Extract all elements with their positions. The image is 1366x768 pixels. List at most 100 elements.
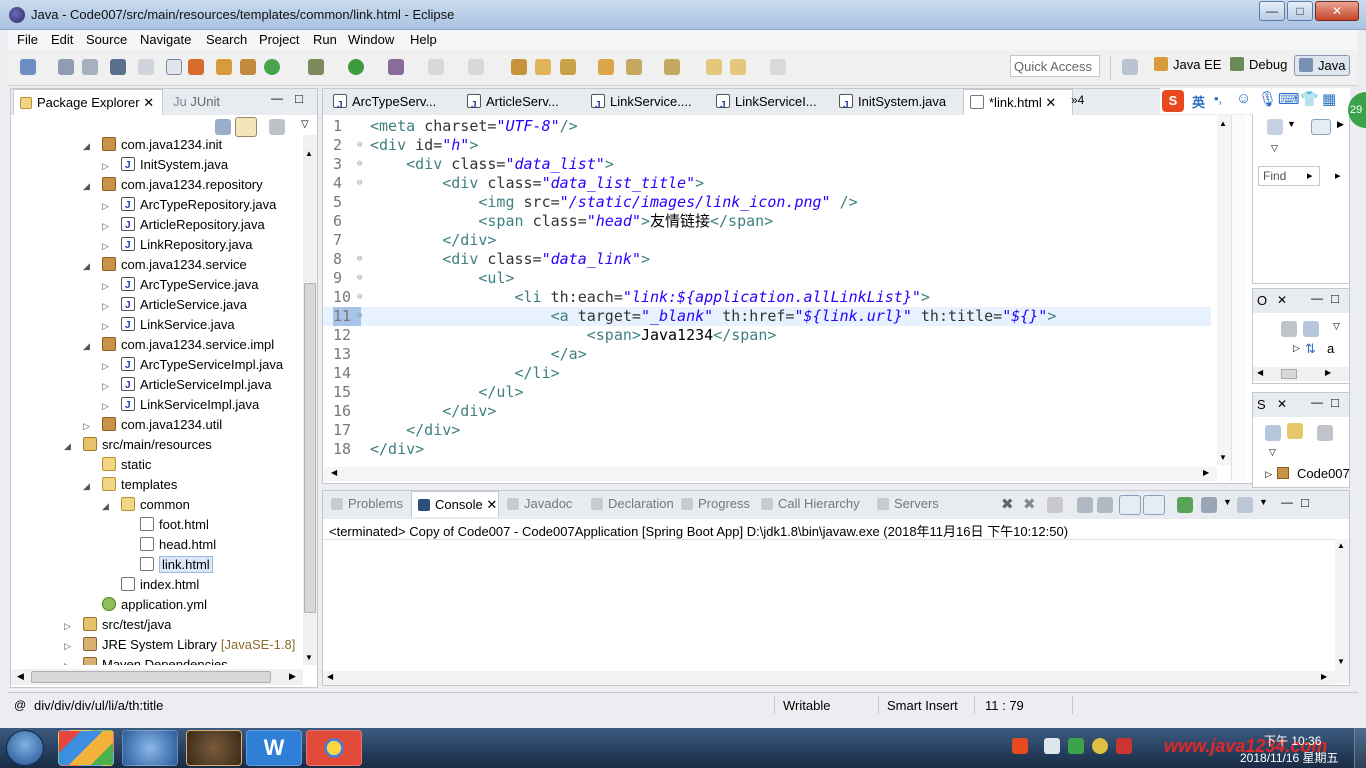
taskbar-app-javaee-icon[interactable]	[186, 730, 242, 766]
console-tab[interactable]: Javadoc	[501, 491, 581, 517]
tree-item[interactable]: ◢ templates	[83, 475, 177, 495]
code-line[interactable]: 2 ⊖ <div id="h">	[323, 136, 1211, 155]
tab-servers-side[interactable]: S	[1257, 397, 1266, 412]
tab-package-explorer[interactable]: Package Explorer ✕	[13, 89, 163, 115]
collapsed-arrow-icon[interactable]: ▷	[64, 616, 74, 636]
web-icon[interactable]	[216, 59, 232, 75]
tree-item[interactable]: ▷ com.java1234.util	[83, 415, 222, 435]
server-icon[interactable]	[240, 59, 256, 75]
collapsed-arrow-icon[interactable]: ▷	[102, 376, 112, 396]
collapsed-arrow-icon[interactable]: ▷	[102, 216, 112, 236]
menu-help[interactable]: Help	[410, 32, 437, 47]
code-line[interactable]: 18 </div>	[323, 440, 1211, 459]
terminate-icon[interactable]: ✖	[1001, 495, 1014, 513]
hscroll-thumb[interactable]	[31, 671, 271, 683]
collapse-icon[interactable]	[1265, 425, 1281, 441]
dropdown-icon[interactable]: ▼	[1287, 119, 1296, 129]
show-stderr-icon[interactable]	[1143, 495, 1165, 515]
task-icon[interactable]	[188, 59, 204, 75]
word-wrap-icon[interactable]	[1097, 497, 1113, 513]
close-icon[interactable]: ✕	[1277, 293, 1287, 307]
minimize-button[interactable]: —	[1259, 1, 1285, 21]
collapse-icon[interactable]	[1303, 321, 1319, 337]
close-icon[interactable]: ✕	[1277, 397, 1287, 411]
fold-toggle-icon[interactable]: ⊖	[357, 269, 362, 288]
menu-edit[interactable]: Edit	[51, 32, 73, 47]
minimize-view-icon[interactable]: —	[271, 91, 283, 105]
tray-plus-icon[interactable]	[1092, 738, 1108, 754]
forward-icon[interactable]	[770, 59, 786, 75]
tree-item[interactable]: ◢ src/main/resources	[64, 435, 212, 455]
categorize-icon[interactable]	[1311, 119, 1331, 135]
tree-item[interactable]: ▷ ArcTypeRepository.java	[102, 195, 276, 216]
code-line[interactable]: 16 </div>	[323, 402, 1211, 421]
minimize-view-icon[interactable]: —	[1281, 495, 1293, 509]
menu-source[interactable]: Source	[86, 32, 127, 47]
maximize-view-icon[interactable]: □	[295, 91, 303, 106]
tree-item[interactable]: ◢ com.java1234.init	[83, 135, 222, 155]
code-line[interactable]: 8 ⊖ <div class="data_link">	[323, 250, 1211, 269]
external-tools-icon[interactable]	[428, 59, 444, 75]
collapsed-arrow-icon[interactable]: ▷	[102, 156, 112, 176]
pin-console-icon[interactable]	[1177, 497, 1193, 513]
collapsed-arrow-icon[interactable]: ▷	[102, 196, 112, 216]
menu-run[interactable]: Run	[313, 32, 337, 47]
tree-vertical-scrollbar[interactable]: ▲ ▼	[303, 135, 317, 665]
window-titlebar[interactable]: Java - Code007/src/main/resources/templa…	[0, 0, 1366, 30]
overview-ruler[interactable]	[1231, 115, 1245, 481]
back-icon[interactable]	[730, 59, 746, 75]
ime-language[interactable]: 英	[1192, 92, 1205, 111]
chevron-down-icon[interactable]: ▽	[1271, 143, 1278, 154]
editor-tab[interactable]: *link.html ✕	[963, 89, 1073, 115]
minimize-view-icon[interactable]: —	[1311, 291, 1323, 305]
taskbar-app-wps-icon[interactable]: W	[246, 730, 302, 766]
tree-item[interactable]: ▷ ArcTypeService.java	[102, 275, 259, 296]
tree-item[interactable]: ▷ ArcTypeServiceImpl.java	[102, 355, 283, 376]
tray-sogou-icon[interactable]	[1012, 738, 1028, 754]
show-stdout-icon[interactable]	[1119, 495, 1141, 515]
tree-item[interactable]: ▷ InitSystem.java	[102, 155, 228, 176]
expanded-arrow-icon[interactable]: ◢	[83, 476, 93, 496]
scroll-down-icon[interactable]: ▼	[1219, 453, 1227, 462]
clock-date[interactable]: 2018/11/16 星期五	[1240, 749, 1339, 766]
tree-item[interactable]: ◢ com.java1234.service	[83, 255, 247, 275]
code-line[interactable]: 14 </li>	[323, 364, 1211, 383]
code-line[interactable]: 5 <img src="/static/images/link_icon.png…	[323, 193, 1211, 212]
notification-badge[interactable]: 29	[1348, 92, 1366, 128]
refresh-icon[interactable]	[264, 59, 280, 75]
ant-icon[interactable]	[468, 59, 484, 75]
link-with-editor-icon[interactable]	[235, 117, 257, 137]
collapsed-arrow-icon[interactable]: ▷	[102, 236, 112, 256]
console-horizontal-scrollbar[interactable]: ◀ ▶	[323, 671, 1335, 685]
search-icon[interactable]	[598, 59, 614, 75]
fold-toggle-icon[interactable]: ⊖	[357, 288, 362, 307]
code-line[interactable]: 9 ⊖ <ul>	[323, 269, 1211, 288]
display-console-icon[interactable]	[1201, 497, 1217, 513]
tab-junit[interactable]: Ju JUnit	[167, 89, 237, 115]
menu-navigate[interactable]: Navigate	[140, 32, 191, 47]
menu-window[interactable]: Window	[348, 32, 394, 47]
sogou-logo-icon[interactable]: S	[1162, 90, 1184, 112]
open-perspective-icon[interactable]	[1122, 59, 1138, 75]
mic-icon[interactable]: 🎙	[1258, 90, 1277, 108]
tools-icon[interactable]: ▦	[1322, 90, 1336, 108]
console-tab[interactable]: Progress	[675, 491, 753, 517]
tree-item[interactable]: ▷ Maven Dependencies	[64, 655, 228, 665]
code-line[interactable]: 15 </ul>	[323, 383, 1211, 402]
link-icon[interactable]	[1287, 423, 1303, 439]
show-desktop-button[interactable]	[1354, 728, 1366, 768]
code-line[interactable]: 4 ⊖ <div class="data_list_title">	[323, 174, 1211, 193]
chevron-down-icon[interactable]: ▽	[1333, 321, 1340, 332]
editor-tab[interactable]: LinkService....	[585, 89, 705, 119]
expanded-arrow-icon[interactable]: ◢	[83, 176, 93, 196]
collapsed-arrow-icon[interactable]: ▷	[83, 416, 93, 436]
run-icon[interactable]	[348, 59, 364, 75]
hide-fields-icon[interactable]	[1281, 321, 1297, 337]
punctuation-icon[interactable]: •,	[1214, 91, 1222, 106]
prev-annotation-icon[interactable]	[664, 59, 680, 75]
tree-item[interactable]: ▷ LinkService.java	[102, 315, 235, 336]
keyboard-icon[interactable]: ⌨	[1278, 90, 1300, 108]
maximize-view-icon[interactable]: □	[1331, 291, 1339, 306]
clock-time[interactable]: 下午 10:36	[1264, 732, 1321, 749]
expanded-arrow-icon[interactable]: ◢	[64, 436, 74, 456]
